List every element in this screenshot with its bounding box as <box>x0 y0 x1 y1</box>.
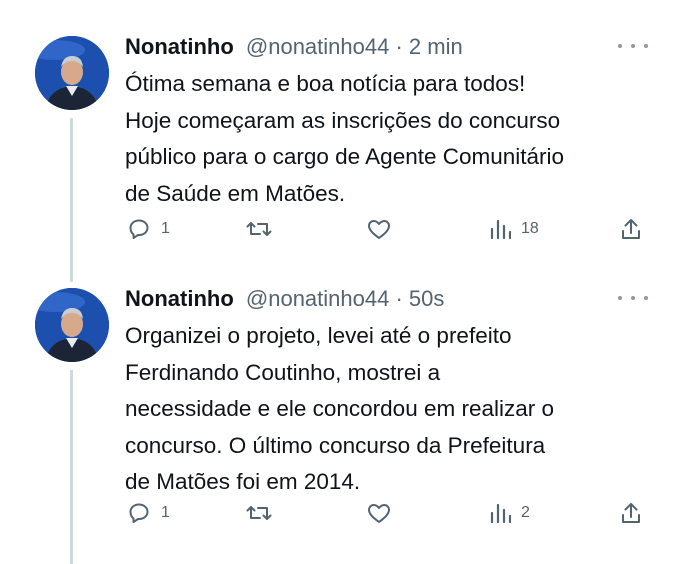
reply-count: 1 <box>161 504 170 521</box>
timestamp[interactable]: 2 min <box>409 34 463 59</box>
reply-icon <box>129 219 149 239</box>
reply-button[interactable]: 1 <box>127 498 170 528</box>
avatar[interactable] <box>35 36 109 110</box>
share-button[interactable] <box>620 214 642 244</box>
more-icon[interactable] <box>618 38 648 54</box>
display-name[interactable]: Nonatinho <box>125 34 234 59</box>
retweet-icon <box>246 222 272 236</box>
user-handle[interactable]: @nonatinho44 <box>246 286 389 311</box>
separator: · <box>395 34 403 59</box>
share-icon <box>622 219 640 239</box>
views-count: 2 <box>521 504 530 521</box>
tweet-text: Organizei o projeto, levei até o prefeit… <box>125 323 555 494</box>
views-count: 18 <box>521 220 539 237</box>
user-handle[interactable]: @nonatinho44 <box>246 34 389 59</box>
tweet[interactable]: Nonatinho @nonatinho44 · 50s Organizei o… <box>0 286 680 546</box>
views-icon <box>490 503 511 524</box>
retweet-button[interactable] <box>245 214 273 244</box>
avatar[interactable] <box>35 288 109 362</box>
tweet-actions: 1 2 <box>0 498 680 528</box>
share-button[interactable] <box>620 498 642 528</box>
retweet-button[interactable] <box>245 498 273 528</box>
views-button[interactable]: 18 <box>489 214 539 244</box>
display-name[interactable]: Nonatinho <box>125 286 234 311</box>
tweet-header: Nonatinho @nonatinho44 · 50s <box>125 286 444 312</box>
more-icon[interactable] <box>618 290 648 306</box>
tweet-header: Nonatinho @nonatinho44 · 2 min <box>125 34 463 60</box>
retweet-icon <box>246 506 272 520</box>
tweet-text: Ótima semana e boa notícia para todos! H… <box>125 71 565 206</box>
views-icon <box>490 219 511 240</box>
like-button[interactable] <box>366 214 392 244</box>
reply-count: 1 <box>161 220 170 237</box>
timestamp[interactable]: 50s <box>409 286 444 311</box>
share-icon <box>622 503 640 523</box>
reply-button[interactable]: 1 <box>127 214 170 244</box>
tweet[interactable]: Nonatinho @nonatinho44 · 2 min Ótima sem… <box>0 34 680 264</box>
separator: · <box>395 286 403 311</box>
views-button[interactable]: 2 <box>489 498 530 528</box>
heart-icon <box>368 220 390 239</box>
heart-icon <box>368 504 390 523</box>
like-button[interactable] <box>366 498 392 528</box>
reply-icon <box>129 503 149 523</box>
tweet-actions: 1 18 <box>0 214 680 244</box>
